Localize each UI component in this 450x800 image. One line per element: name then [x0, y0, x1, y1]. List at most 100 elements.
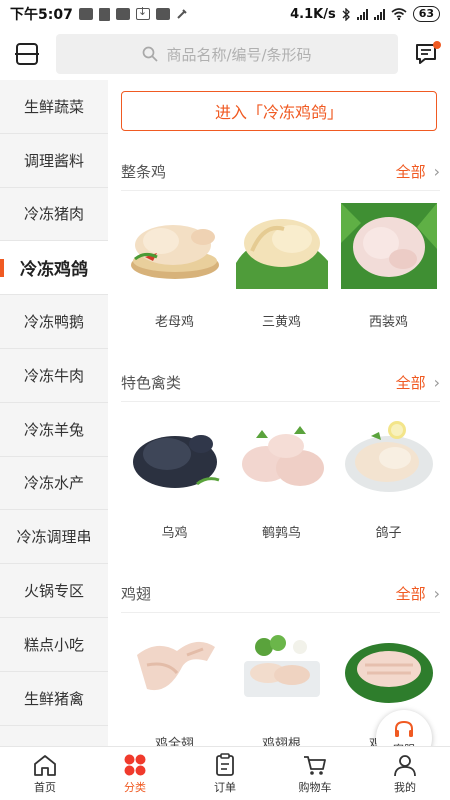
sidebar-item-sauces[interactable]: 调理酱料 — [0, 134, 108, 188]
sidebar-item-frozen-chicken-pigeon[interactable]: 冷冻鸡鸽 — [0, 241, 108, 296]
status-bar: 下午5:07 4.1K/s 63 — [0, 0, 450, 28]
view-all-label: 全部 — [395, 374, 426, 392]
battery-icon: 63 — [412, 6, 440, 22]
search-icon — [143, 46, 159, 62]
product-image — [126, 414, 223, 500]
view-all-label: 全部 — [395, 585, 426, 603]
product-image — [233, 625, 330, 711]
product-name: 鹌鹑鸟 — [261, 526, 301, 541]
product-row: 老母鸡 三黄鸡 西装鸡 — [108, 203, 450, 330]
sidebar-item-label: 生鲜猪禽 — [23, 689, 84, 708]
scan-button[interactable] — [10, 37, 44, 71]
chevron-right-icon: › — [433, 373, 440, 392]
product-name: 鸡全翅 — [154, 737, 194, 746]
tab-cart[interactable]: 购物车 — [270, 747, 360, 800]
sidebar-item-frozen-seafood[interactable]: 冷冻水产 — [0, 457, 108, 511]
sidebar-item-frozen-duck-goose[interactable]: 冷冻鸭鹅 — [0, 295, 108, 349]
scan-icon — [15, 43, 39, 65]
search-placeholder: 商品名称/编号/条形码 — [166, 45, 312, 64]
section-header: 特色禽类 全部 › — [121, 364, 440, 402]
sidebar-item-hotpot[interactable]: 火锅专区 — [0, 564, 108, 618]
app-root: 下午5:07 4.1K/s 63 — [0, 0, 450, 800]
notification-dot — [433, 41, 441, 49]
sidebar-item-snacks[interactable]: 糕点小吃 — [0, 618, 108, 672]
product-image — [126, 625, 223, 711]
sidebar-item-more[interactable] — [0, 726, 108, 746]
section-title: 整条鸡 — [121, 163, 167, 181]
sidebar-item-label: 生鲜蔬菜 — [23, 97, 84, 116]
product-image — [233, 203, 330, 289]
product-name: 鸽子 — [375, 526, 402, 541]
tab-mine[interactable]: 我的 — [360, 747, 450, 800]
section-special-poultry: 特色禽类 全部 › 乌鸡 鹌鹑鸟 鸽子 — [108, 364, 450, 541]
status-right: 4.1K/s 63 — [290, 6, 440, 22]
section-title: 鸡翅 — [121, 585, 152, 603]
message-button[interactable] — [410, 37, 444, 71]
view-all-button[interactable]: 全部 › — [396, 583, 440, 604]
search-input[interactable]: 商品名称/编号/条形码 — [56, 34, 398, 74]
product-item[interactable]: 老母鸡 — [121, 203, 228, 330]
sidebar-item-label: 糕点小吃 — [23, 635, 84, 654]
sidebar-item-fresh-vegetables[interactable]: 生鲜蔬菜 — [0, 80, 108, 134]
user-icon — [394, 754, 416, 776]
tab-label: 首页 — [34, 780, 56, 794]
order-icon — [216, 752, 234, 776]
enter-category-button[interactable]: 进入「冷冻鸡鸽」 — [121, 91, 437, 131]
sidebar-item-fresh-pork-poultry[interactable]: 生鲜猪禽 — [0, 672, 108, 726]
product-name: 鸡翅根 — [261, 737, 301, 746]
product-item[interactable]: 鸽子 — [335, 414, 442, 541]
product-item[interactable]: 三黄鸡 — [228, 203, 335, 330]
bluetooth-icon — [342, 7, 350, 21]
sidebar-item-label: 调理酱料 — [23, 151, 84, 170]
status-time: 下午5:07 — [10, 7, 73, 23]
product-item[interactable]: 鸡翅根 — [228, 625, 335, 746]
product-item[interactable]: 西装鸡 — [335, 203, 442, 330]
product-image — [340, 203, 437, 289]
product-name: 西装鸡 — [368, 315, 408, 330]
product-name: 老母鸡 — [154, 315, 194, 330]
home-icon — [34, 754, 56, 776]
sidebar-item-label: 冷冻羊兔 — [23, 420, 84, 439]
chevron-right-icon: › — [433, 162, 440, 181]
product-item[interactable]: 鸡全翅 — [121, 625, 228, 746]
chevron-right-icon: › — [433, 584, 440, 603]
cart-icon — [304, 755, 326, 775]
sidebar-item-frozen-skewers[interactable]: 冷冻调理串 — [0, 510, 108, 565]
section-header: 整条鸡 全部 › — [121, 153, 440, 191]
tab-label: 购物车 — [298, 780, 332, 794]
wifi-icon — [391, 8, 407, 20]
tab-orders[interactable]: 订单 — [180, 747, 270, 800]
download-icon — [135, 5, 150, 20]
product-image — [340, 414, 437, 500]
message-icon — [115, 8, 130, 20]
status-left: 下午5:07 — [10, 4, 188, 24]
signal-icon — [373, 8, 385, 20]
product-row: 乌鸡 鹌鹑鸟 鸽子 — [108, 414, 450, 541]
sidebar-item-frozen-beef[interactable]: 冷冻牛肉 — [0, 349, 108, 403]
product-item[interactable]: 乌鸡 — [121, 414, 228, 541]
tab-category[interactable]: 分类 — [90, 747, 180, 800]
phone-icon — [177, 9, 187, 19]
view-all-button[interactable]: 全部 › — [396, 372, 440, 393]
product-name: 三黄鸡 — [261, 315, 301, 330]
sidebar-item-label: 冷冻鸭鹅 — [23, 313, 84, 332]
sidebar-item-label: 冷冻牛肉 — [23, 366, 84, 385]
tab-label: 分类 — [124, 780, 146, 794]
section-title: 特色禽类 — [121, 374, 182, 392]
product-image — [233, 414, 330, 500]
bottom-tab-bar: 首页 分类 订单 购物车 我的 — [0, 746, 450, 800]
product-image — [340, 625, 437, 711]
view-all-label: 全部 — [395, 163, 426, 181]
sidebar-item-frozen-lamb-rabbit[interactable]: 冷冻羊兔 — [0, 403, 108, 457]
product-name: 乌鸡 — [161, 526, 188, 541]
sidebar-item-label: 火锅专区 — [23, 582, 84, 601]
sidebar-item-frozen-pork[interactable]: 冷冻猪肉 — [0, 188, 108, 242]
sidebar-item-label: 冷冻水产 — [23, 474, 84, 493]
product-item[interactable]: 鹌鹑鸟 — [228, 414, 335, 541]
section-whole-chicken: 整条鸡 全部 › 老母鸡 三黄鸡 西装鸡 — [108, 153, 450, 330]
signal-icon — [356, 8, 368, 20]
tab-home[interactable]: 首页 — [0, 747, 90, 800]
view-all-button[interactable]: 全部 › — [396, 161, 440, 182]
trash-icon — [98, 7, 110, 21]
category-content: 进入「冷冻鸡鸽」 整条鸡 全部 › 老母鸡 三黄鸡 西装鸡 特色禽类 全部 › … — [108, 80, 450, 746]
